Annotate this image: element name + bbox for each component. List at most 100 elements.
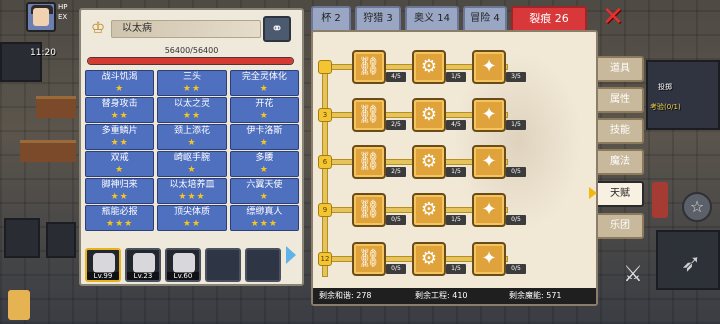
hero-slot[interactable]: Lv.23 [125, 248, 161, 282]
side-tab-3[interactable]: 魔法 [598, 149, 644, 175]
skill-cell[interactable]: 以太之灵 ★★ [157, 97, 227, 123]
empty-hero-slot[interactable] [245, 248, 281, 282]
skill-cell[interactable]: 完全灵体化 ★ [229, 70, 299, 96]
hero-slot[interactable]: Lv.99 [85, 248, 121, 282]
hero-slot-bar: Lv.99 Lv.23 Lv.60 [85, 248, 301, 284]
link-icon: ⚭ [271, 21, 283, 37]
hero-avatar[interactable] [26, 2, 56, 32]
npc-sprite [8, 290, 30, 320]
skill-cell[interactable]: 战斗饥渴 ★ [85, 70, 155, 96]
side-tab-0[interactable]: 道具 [598, 56, 644, 82]
game-clock: 11:20 [30, 48, 56, 58]
gear-icon: ⚙ [420, 104, 438, 125]
skill-cell[interactable]: 瓶能必报 ★★★ [85, 205, 155, 231]
panel-title: 以太病 [111, 20, 261, 38]
side-tab-4[interactable]: 天赋 [598, 181, 644, 207]
talent-node[interactable]: ✦ [472, 98, 506, 132]
skill-stars: ★★ [110, 138, 129, 148]
node-count: 0/5 [506, 264, 526, 274]
sword-icon[interactable]: ⚔ [620, 262, 646, 288]
door [652, 182, 668, 218]
skill-cell[interactable]: 颈上添花 ★ [157, 124, 227, 150]
skill-name: 顶尖体质 [173, 207, 210, 217]
skill-cell[interactable]: 多重鳞片 ★★ [85, 124, 155, 150]
skill-name: 三头 [182, 72, 201, 82]
trial-label: 考验(0/1) [650, 103, 681, 111]
node-count: 4/5 [386, 72, 406, 82]
skill-cell[interactable]: 缥缈真人 ★★★ [229, 205, 299, 231]
skill-cell[interactable]: 六翼天使 ★ [229, 178, 299, 204]
stone-pillar [46, 222, 76, 258]
talent-node[interactable]: ⚙ [412, 193, 446, 227]
tab-3[interactable]: 冒险 4 [463, 6, 507, 32]
node-count: 3/5 [506, 72, 526, 82]
skill-name: 瓶能必报 [101, 207, 138, 217]
engineering-remaining: 剩余工程: 410 [415, 291, 468, 300]
tab-2[interactable]: 奥义 14 [405, 6, 459, 32]
resource-bar: 剩余和谐: 278 剩余工程: 410 剩余魔能: 571 [313, 288, 596, 304]
level-marker: 12 [318, 252, 332, 266]
side-tab-2[interactable]: 技能 [598, 118, 644, 144]
talent-node[interactable]: ⚙ [412, 242, 446, 276]
tab-0[interactable]: 杯 2 [311, 6, 351, 32]
node-count: 1/5 [506, 120, 526, 130]
close-icon: ✕ [602, 2, 624, 32]
node-count: 0/5 [386, 264, 406, 274]
hp-label: HP [58, 3, 68, 11]
talent-node[interactable]: ⚙ [412, 50, 446, 84]
talent-node[interactable]: ✦ [472, 50, 506, 84]
hero-portrait [173, 253, 195, 273]
skill-cell[interactable]: 顶尖体质 ★★ [157, 205, 227, 231]
skill-cell[interactable]: 开花 ★ [229, 97, 299, 123]
talent-node[interactable]: ⛓ [352, 242, 386, 276]
next-page-arrow-icon[interactable] [286, 246, 296, 264]
skill-cell[interactable]: 双戒 ★ [85, 151, 155, 177]
magic-remaining: 剩余魔能: 571 [509, 291, 562, 300]
talent-node[interactable]: ✦ [472, 193, 506, 227]
close-button[interactable]: ✕ [599, 4, 627, 32]
talent-node[interactable]: ⚙ [412, 98, 446, 132]
shop-shelf [20, 140, 76, 162]
chain-icon: ⛓ [357, 151, 381, 172]
level-marker: 9 [318, 203, 332, 217]
hero-slot[interactable]: Lv.60 [165, 248, 201, 282]
skill-cell[interactable]: 崎岖手腕 ★ [157, 151, 227, 177]
talent-node[interactable]: ⛓ [352, 98, 386, 132]
skill-cell[interactable]: 替身攻击 ★★ [85, 97, 155, 123]
skill-name: 替身攻击 [101, 99, 138, 109]
hero-portrait [133, 253, 155, 273]
tab-1[interactable]: 狩猎 3 [355, 6, 401, 32]
skill-cell[interactable]: 伊卡洛斯 ★ [229, 124, 299, 150]
skill-stars: ★ [115, 165, 125, 175]
side-tab-1[interactable]: 属性 [598, 87, 644, 113]
talent-node[interactable]: ⛓ [352, 193, 386, 227]
tab-4[interactable]: 裂痕 26 [511, 6, 587, 32]
skill-cell[interactable]: 多腰 ★ [229, 151, 299, 177]
node-count: 1/5 [446, 215, 466, 225]
skill-name: 崎岖手腕 [173, 153, 210, 163]
skill-name: 开花 [255, 99, 274, 109]
skill-name: 双戒 [110, 153, 129, 163]
ex-label: EX [58, 13, 68, 21]
talent-node[interactable]: ✦ [472, 242, 506, 276]
skill-stars: ★★ [110, 192, 129, 202]
talent-node[interactable]: ✦ [472, 145, 506, 179]
talent-node[interactable]: ⛓ [352, 50, 386, 84]
talent-node[interactable]: ⚙ [412, 145, 446, 179]
empty-hero-slot[interactable] [205, 248, 241, 282]
favorite-button[interactable]: ☆ [682, 192, 712, 222]
link-button[interactable]: ⚭ [263, 16, 291, 42]
skill-name: 以太培养皿 [169, 180, 215, 190]
skill-name: 六翼天使 [246, 180, 283, 190]
skill-cell[interactable]: 以太培养皿 ★★★ [157, 178, 227, 204]
skill-name: 缥缈真人 [246, 207, 283, 217]
skill-cell[interactable]: 脚神归来 ★★ [85, 178, 155, 204]
talent-node[interactable]: ⛓ [352, 145, 386, 179]
bow-icon[interactable]: ➶ [676, 248, 706, 278]
side-tab-5[interactable]: 乐团 [598, 213, 644, 239]
chain-icon: ⛓ [357, 199, 381, 220]
harmony-remaining: 剩余和谐: 278 [319, 291, 372, 300]
gear-icon: ⚙ [420, 56, 438, 77]
chain-icon: ⛓ [357, 104, 381, 125]
skill-cell[interactable]: 三头 ★★ [157, 70, 227, 96]
